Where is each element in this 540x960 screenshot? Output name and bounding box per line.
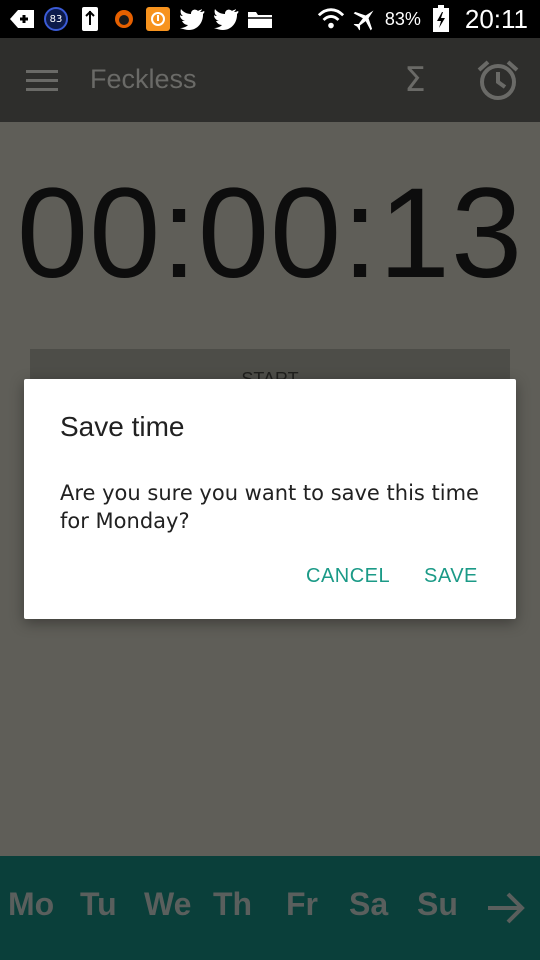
day-tab-wednesday[interactable]: We bbox=[144, 886, 191, 923]
folder-icon bbox=[246, 5, 274, 33]
timer-display: 00:00:13 bbox=[16, 162, 524, 305]
status-time: 20:11 bbox=[464, 3, 528, 34]
app-title: Feckless bbox=[90, 64, 197, 94]
app-bar: Feckless Σ bbox=[0, 38, 540, 122]
day-tab-tuesday[interactable]: Tu bbox=[80, 886, 117, 923]
menu-icon[interactable] bbox=[26, 70, 58, 92]
battery-icon bbox=[427, 5, 455, 33]
usb-icon bbox=[76, 5, 104, 33]
notification-badge: 83 bbox=[44, 7, 68, 31]
day-tab-sunday[interactable]: Su bbox=[417, 886, 458, 923]
save-button[interactable]: SAVE bbox=[424, 565, 478, 588]
firefox-icon bbox=[110, 5, 138, 33]
dialog-message: Are you sure you want to save this time … bbox=[60, 481, 479, 533]
wifi-icon bbox=[317, 5, 345, 33]
day-tab-thursday[interactable]: Th bbox=[213, 886, 252, 923]
battery-percent: 83% bbox=[384, 8, 421, 29]
status-bar: 83 83% 20:11 bbox=[0, 0, 540, 38]
status-bar-notifications: 83 bbox=[8, 3, 274, 35]
status-bar-system: 83% 20:11 bbox=[317, 3, 528, 35]
arrow-right-icon[interactable] bbox=[486, 888, 526, 928]
cancel-button[interactable]: CANCEL bbox=[306, 565, 390, 588]
day-tab-friday[interactable]: Fr bbox=[286, 886, 318, 923]
back-notify-icon bbox=[8, 5, 36, 33]
download-icon bbox=[144, 5, 172, 33]
twitter-icon bbox=[212, 5, 240, 33]
badge-83-icon: 83 bbox=[42, 5, 70, 33]
save-time-dialog: Save time Are you sure you want to save … bbox=[24, 379, 516, 619]
twitter-icon bbox=[178, 5, 206, 33]
alarm-clock-icon[interactable] bbox=[476, 58, 520, 102]
day-bar: Mo Tu We Th Fr Sa Su bbox=[0, 856, 540, 960]
dialog-title: Save time bbox=[60, 411, 185, 442]
sigma-icon[interactable]: Σ bbox=[398, 60, 432, 100]
day-tab-monday[interactable]: Mo bbox=[8, 886, 54, 923]
day-tab-saturday[interactable]: Sa bbox=[349, 886, 388, 923]
airplane-icon bbox=[351, 5, 379, 33]
